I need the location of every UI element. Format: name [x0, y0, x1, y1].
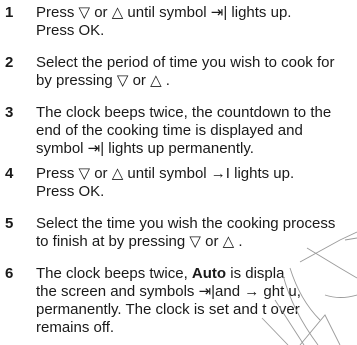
step-text-line: the screen and symbols ⇥|and → ght u,: [36, 283, 301, 300]
step-text-line: Select the time you wish the cooking pro…: [36, 215, 336, 232]
step-text-line: to finish at by pressing ▽ or △ .: [36, 233, 243, 250]
step-number: 3: [5, 104, 14, 121]
step-text-line: Press ▽ or △ until symbol →I lights up.: [36, 165, 295, 182]
step-number: 1: [5, 4, 14, 21]
step-text-line: Press OK.: [36, 22, 105, 39]
step-text-line: The clock beeps twice, the countdown to …: [36, 104, 332, 121]
step-text-line: by pressing ▽ or △ .: [36, 72, 170, 89]
step-number: 4: [5, 165, 14, 182]
step-text-line: Press ▽ or △ until symbol ⇥| lights up.: [36, 4, 292, 21]
step-number: 2: [5, 54, 14, 71]
step-text-line: Select the period of time you wish to co…: [36, 54, 335, 71]
step-number: 6: [5, 265, 14, 282]
step-text-line: symbol ⇥| lights up permanently.: [36, 140, 254, 157]
step-text-line: The clock beeps twice, Auto is displa: [36, 265, 285, 282]
step-text-line: Press OK.: [36, 183, 105, 200]
step-text-line: permanently. The clock is set and t over: [36, 301, 300, 318]
step-text-line: remains off.: [36, 319, 115, 336]
step-text-line: end of the cooking time is displayed and: [36, 122, 303, 139]
step-number: 5: [5, 215, 14, 232]
